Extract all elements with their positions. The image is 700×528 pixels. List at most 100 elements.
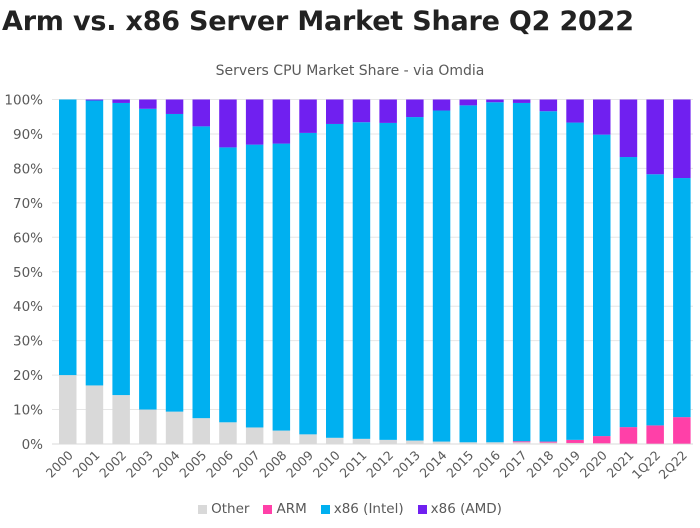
bar-stack-2Q22 — [673, 99, 691, 444]
x-tick-label: 2021 — [603, 448, 636, 481]
x-tick-label: 2017 — [497, 448, 530, 481]
bar-segment-x86-intel — [139, 108, 157, 410]
x-tick-label: 2004 — [150, 447, 183, 480]
y-tick-label: 70% — [13, 196, 43, 212]
bar-segment-x86-intel — [539, 111, 558, 442]
bar-segment-x86-intel — [165, 113, 184, 412]
legend: Other ARM x86 (Intel) x86 (AMD) — [0, 501, 700, 517]
bar-segment-x86-amd — [432, 99, 451, 111]
bar-stack-2014 — [432, 99, 451, 444]
bar-segment-other — [406, 440, 424, 444]
bar-segment-x86-intel — [59, 99, 77, 376]
bar-segment-x86-amd — [379, 99, 397, 123]
x-tick-label: 2008 — [256, 447, 289, 480]
bar-segment-other — [593, 443, 611, 444]
y-tick-label: 30% — [13, 334, 43, 350]
bar-segment-x86-intel — [673, 178, 691, 418]
bar-segment-x86-amd — [192, 99, 210, 127]
bar-segment-other — [165, 411, 184, 444]
bar-segment-other — [245, 427, 264, 444]
bar-segment-arm — [566, 439, 584, 443]
x-tick-label: 2020 — [577, 447, 610, 480]
bar-segment-arm — [673, 417, 691, 444]
bar-stack-2019 — [566, 99, 584, 444]
y-tick-label: 80% — [13, 161, 43, 177]
bar-segment-x86-intel — [112, 102, 130, 396]
bar-segment-other — [432, 441, 451, 444]
bar-stack-2007 — [245, 99, 264, 444]
bar-segment-x86-intel — [192, 126, 210, 419]
bar-segment-x86-intel — [486, 102, 504, 443]
bar-segment-x86-intel — [432, 110, 451, 442]
bar-segment-x86-amd — [593, 99, 611, 135]
bar-segment-x86-amd — [245, 99, 264, 145]
y-tick-label: 50% — [13, 265, 43, 281]
bar-stack-2013 — [406, 99, 424, 444]
bar-segment-x86-amd — [459, 99, 477, 106]
bar-segment-other — [566, 442, 584, 444]
stacked-bar-chart: 0%10%20%30%40%50%60%70%80%90%100% 200020… — [4, 93, 693, 482]
bar-segment-x86-amd — [219, 99, 237, 148]
bar-segment-x86-intel — [379, 122, 397, 440]
y-tick-label: 60% — [13, 230, 43, 246]
bar-segment-arm — [539, 441, 558, 443]
legend-item-other: Other — [198, 501, 249, 517]
legend-swatch — [263, 504, 273, 514]
bar-segment-x86-intel — [512, 102, 531, 442]
bar-segment-x86-intel — [299, 132, 317, 435]
bar-segment-x86-amd — [646, 99, 664, 175]
bar-segment-x86-amd — [165, 99, 184, 114]
bar-stack-2005 — [192, 99, 210, 444]
bar-segment-x86-amd — [673, 99, 691, 179]
bar-segment-x86-intel — [352, 122, 371, 439]
bar-stack-2011 — [352, 99, 371, 444]
bar-segment-other — [272, 430, 291, 444]
legend-item-x86-intel: x86 (Intel) — [320, 501, 404, 517]
x-tick-label: 2006 — [203, 447, 236, 480]
bar-stack-2002 — [112, 99, 130, 444]
x-tick-label: 2003 — [123, 448, 156, 481]
bar-segment-other — [539, 442, 558, 444]
x-tick-label: 2010 — [310, 447, 343, 480]
legend-swatch — [320, 504, 330, 514]
bar-segment-x86-intel — [406, 117, 424, 441]
bar-segment-x86-amd — [85, 99, 104, 101]
bar-segment-x86-amd — [539, 99, 558, 112]
bar-segment-x86-amd — [326, 99, 344, 124]
bar-stack-2000 — [59, 99, 77, 444]
bar-segment-other — [112, 395, 130, 444]
bar-segment-x86-amd — [512, 99, 531, 103]
bar-stack-2017 — [512, 99, 531, 444]
bar-stack-2003 — [139, 99, 157, 444]
x-tick-label: 2018 — [523, 447, 556, 480]
x-tick-label: 2011 — [336, 448, 369, 481]
bar-stack-2012 — [379, 99, 397, 444]
bar-segment-other — [352, 438, 371, 444]
legend-label: Other — [211, 501, 250, 517]
x-tick-label: 2014 — [417, 447, 450, 480]
bar-segment-x86-amd — [139, 99, 157, 109]
bar-segment-x86-intel — [646, 174, 664, 426]
legend-swatch — [198, 504, 208, 514]
bar-segment-other — [459, 442, 477, 444]
x-tick-label: 2001 — [69, 448, 102, 481]
bar-segment-arm — [646, 425, 664, 444]
x-tick-label: 2013 — [390, 448, 423, 481]
bar-segment-x86-amd — [352, 99, 371, 123]
bar-stack-2010 — [326, 99, 344, 444]
bar-segment-other — [379, 439, 397, 444]
x-tick-label: 2016 — [470, 447, 503, 480]
bar-stack-2008 — [272, 99, 291, 444]
bar-segment-x86-amd — [566, 99, 584, 123]
bar-stack-2021 — [619, 99, 638, 444]
bar-segment-x86-intel — [326, 123, 344, 438]
y-tick-label: 10% — [13, 403, 43, 419]
bar-segment-x86-amd — [406, 99, 424, 118]
bar-segment-other — [219, 422, 237, 444]
x-tick-label: 2002 — [96, 448, 129, 481]
bar-stack-2004 — [165, 99, 184, 444]
bar-segment-x86-intel — [272, 143, 291, 431]
x-tick-label: 2009 — [283, 447, 316, 480]
legend-label: x86 (Intel) — [333, 501, 404, 517]
x-axis-tick-labels: 2000200120022003200420052006200720082009… — [43, 447, 690, 481]
